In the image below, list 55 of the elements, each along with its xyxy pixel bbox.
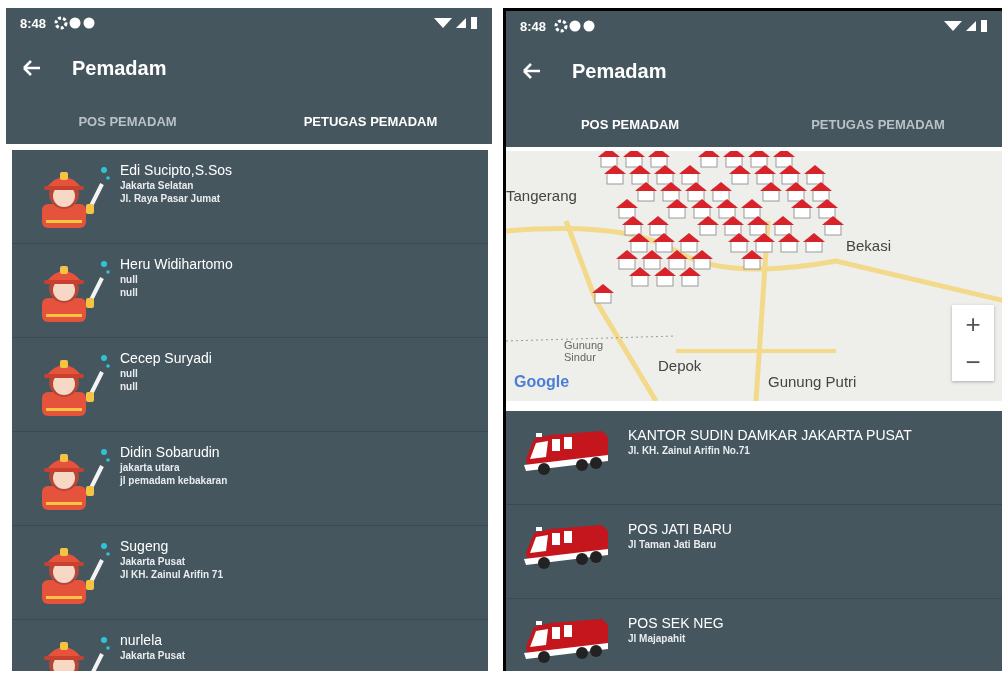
list-item[interactable]: Heru Widihartomo null null <box>12 244 488 338</box>
item-detail: Jakarta Pusat <box>120 650 186 661</box>
item-detail: Jl Taman Jati Baru <box>628 539 718 550</box>
list-item[interactable]: Didin Sobarudin jakarta utara jl pemadam kebakaran <box>12 432 488 526</box>
item-detail: Jl Majapahit <box>628 633 687 644</box>
item-detail: jl pemadam kebakaran <box>120 475 228 486</box>
tab[interactable]: PETUGAS PEMADAM <box>249 98 492 144</box>
map-view[interactable]: Tangerang Bekasi Gunung Sindur Depok Google Gunung Putri + − <box>506 151 1002 401</box>
item-detail: Jl. Raya Pasar Jumat <box>120 193 222 204</box>
tab[interactable]: PETUGAS PEMADAM <box>754 101 1002 147</box>
map-label: Gunung Putri <box>768 373 857 390</box>
item-detail: jakarta utara <box>120 462 181 473</box>
map-label: Bekasi <box>846 237 892 254</box>
map-label: Gunung Sindur <box>564 339 605 364</box>
item-detail: null <box>120 381 139 392</box>
back-arrow-icon[interactable] <box>22 59 42 77</box>
item-name: POS JATI BARU <box>628 521 732 537</box>
tab[interactable]: POS PEMADAM <box>506 101 754 147</box>
item-detail: null <box>120 274 139 285</box>
list-item[interactable]: Sugeng Jakarta Pusat Jl KH. Zainul Arifin 71 <box>12 526 488 620</box>
item-detail: null <box>120 287 139 298</box>
list-item[interactable]: Cecep Suryadi null null <box>12 338 488 432</box>
toolbar-title: Pemadam <box>572 59 667 83</box>
tab[interactable]: POS PEMADAM <box>6 98 249 144</box>
item-detail: null <box>120 368 139 379</box>
item-name: Heru Widihartomo <box>120 256 233 272</box>
item-name: Edi Sucipto,S.Sos <box>120 162 233 178</box>
item-detail: Jakarta Pusat <box>120 556 187 567</box>
item-detail: Jl KH. Zainul Arifin 71 <box>120 569 223 580</box>
map-label: Tangerang <box>506 187 577 204</box>
item-name: nurlela <box>120 632 164 648</box>
status-time: 8:48 <box>520 18 547 34</box>
notification-icons <box>554 19 597 33</box>
signal-battery-icons <box>434 16 478 30</box>
item-name: Didin Sobarudin <box>120 444 221 460</box>
list-item[interactable]: POS JATI BARU Jl Taman Jati Baru <box>506 505 1002 599</box>
item-name: KANTOR SUDIN DAMKAR JAKARTA PUSAT <box>628 427 912 443</box>
status-time: 8:48 <box>20 15 47 31</box>
map-attribution: Google <box>514 373 570 391</box>
toolbar-title: Pemadam <box>72 56 167 80</box>
list-item[interactable]: nurlela Jakarta Pusat <box>12 620 488 671</box>
signal-battery-icons <box>944 19 988 33</box>
item-name: Cecep Suryadi <box>120 350 212 366</box>
item-detail: Jakarta Selatan <box>120 180 195 191</box>
zoom-out-button[interactable]: − <box>952 343 994 381</box>
list-item[interactable]: Edi Sucipto,S.Sos Jakarta Selatan Jl. Raya Pasar Jumat <box>12 150 488 244</box>
back-arrow-icon[interactable] <box>522 62 542 80</box>
item-name: POS SEK NEG <box>628 615 724 631</box>
item-name: Sugeng <box>120 538 170 554</box>
list-item[interactable]: POS SEK NEG Jl Majapahit <box>506 599 1002 671</box>
notification-icons <box>54 16 97 30</box>
zoom-in-button[interactable]: + <box>952 305 994 343</box>
list-item[interactable]: KANTOR SUDIN DAMKAR JAKARTA PUSAT Jl. KH. Zainul Arifin No.71 <box>506 411 1002 505</box>
item-detail: Jl. KH. Zainul Arifin No.71 <box>628 445 751 456</box>
map-label: Depok <box>658 357 702 374</box>
